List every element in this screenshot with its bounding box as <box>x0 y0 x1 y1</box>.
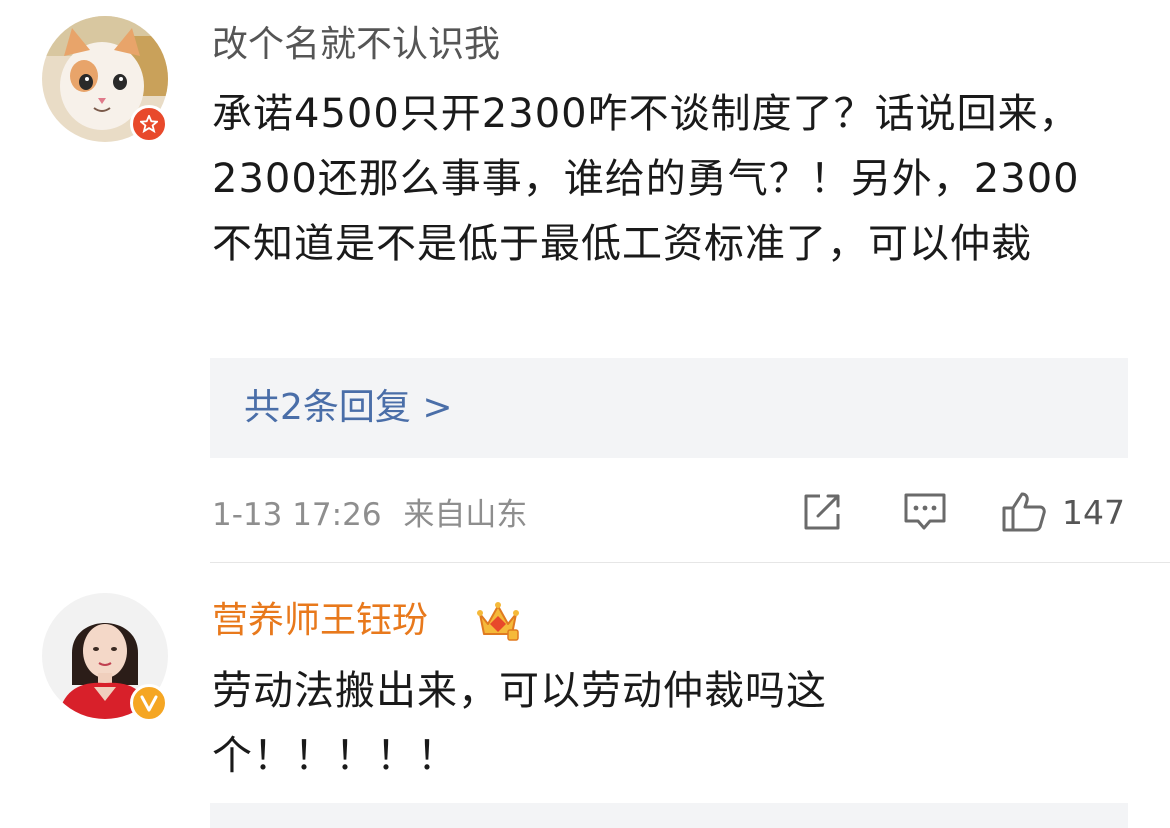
share-icon <box>804 494 840 530</box>
replies-box[interactable] <box>210 803 1128 828</box>
replies-box[interactable]: 共2条回复 > <box>210 358 1128 458</box>
vip-crown-icon <box>477 602 519 641</box>
comment-location: 来自山东 <box>403 497 528 533</box>
comment-text: 劳动法搬出来，可以劳动仲裁吗这个！！！！！ <box>212 668 827 779</box>
comment-username[interactable]: 营养师王钰玢 <box>212 598 428 644</box>
star-badge-icon <box>130 105 168 143</box>
comment-date: 1-13 17:26 <box>212 497 382 533</box>
verified-v-badge-icon <box>130 684 168 722</box>
view-replies-link[interactable]: 共2条回复 > <box>244 386 453 430</box>
comment-item-1: 改个名就不认识我 承诺4500只开2300咋不谈制度了？话说回来，2300还那么… <box>0 0 1170 562</box>
like-button[interactable]: 147 <box>1000 490 1125 534</box>
reply-button[interactable] <box>902 490 948 534</box>
like-icon <box>1002 492 1046 532</box>
comment-icon <box>904 493 946 530</box>
like-count: 147 <box>1062 492 1125 532</box>
comment-text: 承诺4500只开2300咋不谈制度了？话说回来，2300还那么事事，谁给的勇气？… <box>212 91 1080 267</box>
comment-username[interactable]: 改个名就不认识我 <box>212 22 500 68</box>
comment-meta: 1-13 17:26 来自山东 <box>212 495 527 535</box>
share-button[interactable] <box>800 490 844 534</box>
